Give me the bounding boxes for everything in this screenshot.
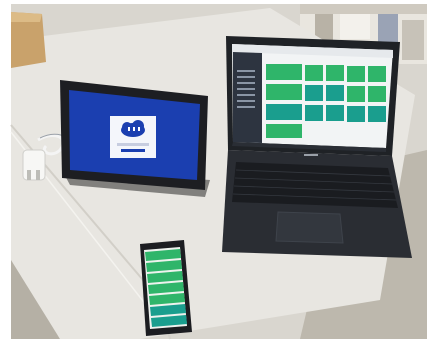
laptop-touchpad xyxy=(275,211,344,244)
photo-frame xyxy=(0,0,429,341)
laptop-logo xyxy=(304,154,318,156)
usb-charger xyxy=(22,149,46,181)
tablet xyxy=(60,80,210,197)
phone xyxy=(140,240,192,336)
laptop-keyboard xyxy=(232,162,398,208)
photo-scene xyxy=(0,0,429,341)
laptop xyxy=(222,36,412,258)
laptop-sidebar xyxy=(233,52,262,143)
